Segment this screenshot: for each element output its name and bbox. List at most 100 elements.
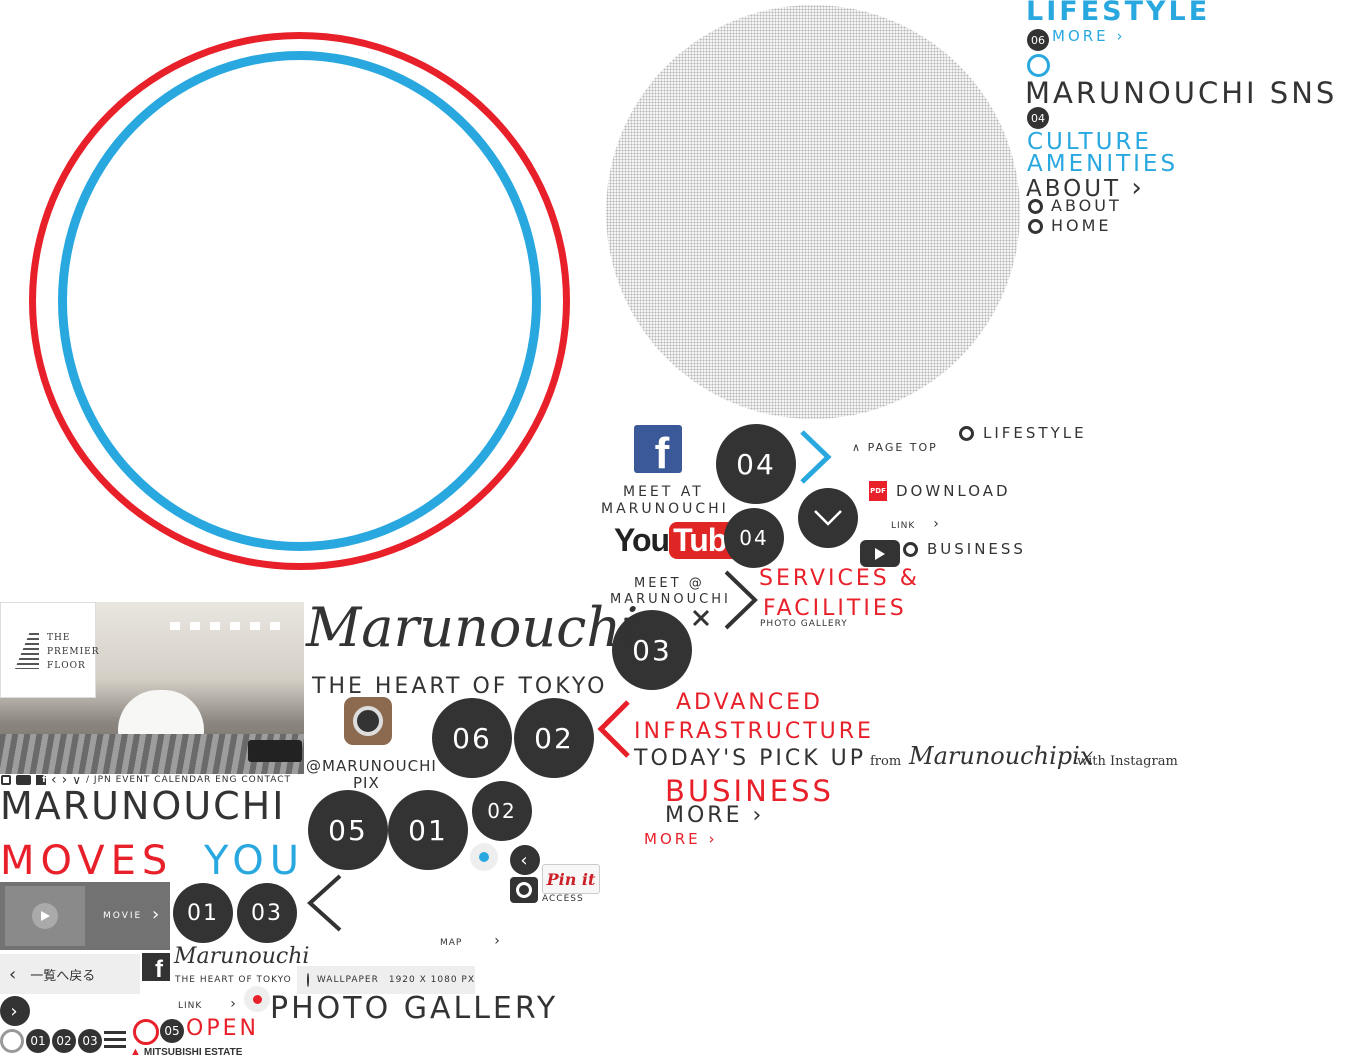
pagination-01[interactable]: 01: [26, 1029, 50, 1053]
pagination-ring-icon[interactable]: [0, 1029, 24, 1053]
pagination-02[interactable]: 02: [52, 1029, 76, 1053]
circle-06[interactable]: 06: [432, 698, 512, 778]
business-link[interactable]: BUSINESS: [927, 540, 1026, 558]
circle-02-small[interactable]: 02: [472, 781, 532, 841]
link-label[interactable]: LINK ›: [891, 516, 940, 532]
at-marunouchi-label[interactable]: @MARUNOUCHI: [306, 757, 437, 775]
circle-04-small[interactable]: 04: [724, 508, 784, 568]
services-label[interactable]: SERVICES &: [759, 566, 920, 591]
chevron-right-icon: ›: [152, 904, 160, 925]
link-text: LINK: [891, 521, 916, 531]
photo-lights: [170, 622, 290, 630]
home-ring-icon: [1028, 219, 1043, 234]
red-dot-indicator[interactable]: [244, 986, 270, 1012]
chevron-right-dark-icon[interactable]: [722, 568, 760, 632]
circle-04-large[interactable]: 04: [716, 424, 796, 504]
lifestyle-link[interactable]: LIFESTYLE: [983, 424, 1087, 442]
more-big-link[interactable]: MORE ›: [665, 803, 764, 828]
download-link[interactable]: DOWNLOAD: [896, 482, 1011, 500]
meet-at-label: MEET AT: [623, 484, 704, 500]
open-label[interactable]: OPEN: [186, 1016, 259, 1041]
you-heading: YOU: [204, 838, 306, 884]
circle-02[interactable]: 02: [514, 698, 594, 778]
menu-icon[interactable]: [104, 1031, 126, 1049]
marunouchi-heading: MARUNOUCHI: [0, 784, 286, 828]
map-link[interactable]: MAP ›: [440, 933, 501, 949]
red-dot: [252, 994, 262, 1004]
wallpaper-size: 1920 X 1080 PX: [388, 975, 475, 985]
pinit-label: Pin it: [546, 869, 596, 889]
pinit-button[interactable]: Pin it: [542, 864, 600, 894]
play-icon[interactable]: [860, 540, 900, 567]
chevron-right-icon: ›: [1131, 173, 1145, 203]
close-icon[interactable]: [692, 609, 710, 627]
circle-01-left[interactable]: 01: [173, 883, 233, 943]
movie-panel[interactable]: MOVIE ›: [0, 882, 170, 950]
movie-thumb: [5, 886, 85, 946]
nav-lifestyle[interactable]: LIFESTYLE: [1026, 0, 1210, 27]
pagination-03[interactable]: 03: [78, 1029, 102, 1053]
facebook-icon[interactable]: f: [634, 425, 682, 478]
from-label: from: [870, 754, 902, 769]
page-top-link[interactable]: ∧ PAGE TOP: [852, 441, 938, 454]
access-link[interactable]: ACCESS: [542, 894, 584, 904]
blue-dot: [479, 852, 489, 862]
mitsubishi-label: MITSUBISHI ESTATE: [143, 1046, 243, 1058]
chevron-left-large-icon[interactable]: [304, 872, 344, 934]
nav-marunouchi-sns[interactable]: MARUNOUCHI SNS: [1025, 76, 1337, 110]
nav-more-link[interactable]: MORE ›: [1052, 27, 1125, 45]
pdf-icon: PDF: [869, 481, 887, 501]
chevron-right-icon: ›: [1116, 27, 1126, 45]
chevron-right-circle[interactable]: ›: [0, 996, 30, 1026]
photo-gallery-small[interactable]: PHOTO GALLERY: [760, 619, 848, 629]
marunouchi-script-title: Marunouchi: [306, 596, 639, 659]
nav-more-label: MORE: [1052, 27, 1109, 45]
advanced-label[interactable]: ADVANCED: [676, 690, 823, 715]
chevron-left-icon: ‹: [9, 963, 17, 985]
todays-pick-up-label: TODAY'S PICK UP: [634, 746, 866, 771]
facebook-small-icon[interactable]: f: [142, 953, 170, 983]
nav-num-06: 06: [1027, 29, 1049, 51]
business-ring-icon: [903, 542, 918, 557]
link-small[interactable]: LINK ›: [178, 996, 237, 1012]
premier-line-1: THE: [47, 633, 71, 643]
back-chevron-button[interactable]: ‹: [510, 845, 540, 875]
moves-heading: MOVES: [0, 838, 174, 884]
circle-01[interactable]: 01: [388, 790, 468, 870]
pix-label[interactable]: PIX: [353, 774, 380, 792]
nav-home[interactable]: HOME: [1051, 216, 1112, 235]
more-red-link[interactable]: MORE ›: [644, 830, 717, 848]
heart-of-tokyo-title: THE HEART OF TOKYO: [312, 674, 608, 699]
premier-line-2: PREMIER: [47, 647, 100, 657]
red-ring-open-icon[interactable]: [133, 1019, 159, 1045]
back-label: 一覧へ戻る: [30, 968, 96, 984]
wallpaper-download[interactable]: WALLPAPER 1920 X 1080 PX: [297, 966, 475, 994]
play-circle-icon: [32, 903, 58, 929]
nav-about[interactable]: ABOUT: [1051, 196, 1122, 215]
movie-label: MOVIE: [103, 911, 143, 921]
chevron-up-icon: ∧: [852, 441, 863, 454]
circle-05[interactable]: 05: [308, 790, 388, 870]
chevron-right-icon: ›: [708, 830, 718, 848]
instagram-icon[interactable]: [344, 697, 392, 745]
dot-indicator[interactable]: [470, 843, 498, 871]
circle-03-left[interactable]: 03: [237, 883, 297, 943]
premier-floor-logo: THE PREMIER FLOOR: [0, 602, 99, 698]
chevron-right-icon: ›: [494, 933, 501, 949]
photo-desk: [118, 690, 204, 738]
premier-stripes-icon: [15, 633, 39, 669]
lifestyle-ring-icon: [959, 426, 974, 441]
link-small-label: LINK: [178, 1001, 203, 1011]
chevron-down-button[interactable]: [798, 488, 858, 548]
camera-icon[interactable]: [510, 877, 538, 903]
wallpaper-label: WALLPAPER: [316, 975, 379, 985]
back-to-list-button[interactable]: ‹ 一覧へ戻る: [0, 954, 140, 994]
chevron-left-red-icon[interactable]: [596, 698, 632, 760]
chevron-right-icon: ›: [752, 803, 765, 828]
mitsubishi-diamonds-icon: ▲: [130, 1046, 141, 1058]
download-circle-icon: [307, 973, 309, 987]
chevron-right-blue-icon[interactable]: [798, 428, 834, 486]
pagination-05[interactable]: 05: [160, 1019, 184, 1043]
facilities-label[interactable]: FACILITIES: [763, 596, 907, 621]
infrastructure-label[interactable]: INFRASTRUCTURE: [634, 719, 874, 744]
